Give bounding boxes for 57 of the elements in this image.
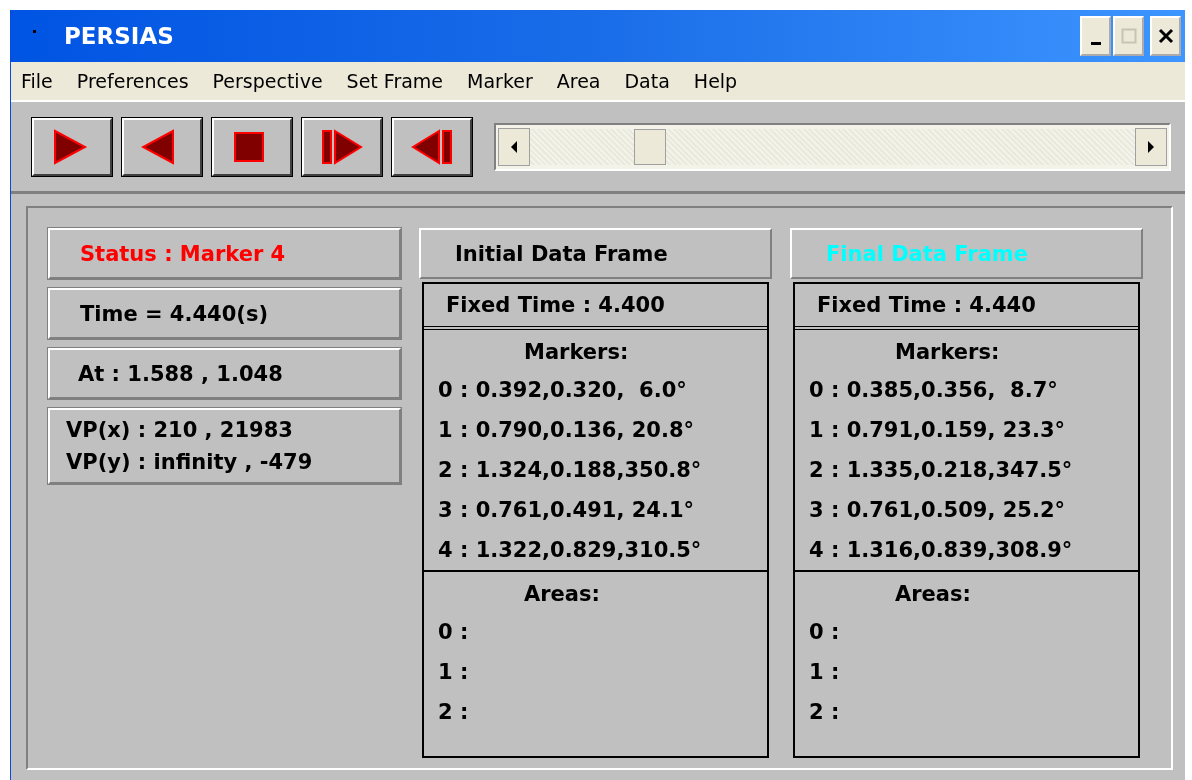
step-back-button[interactable] [392, 117, 472, 176]
frame-scrollbar[interactable] [494, 122, 1171, 171]
stop-button[interactable] [212, 117, 292, 176]
step-forward-icon [321, 128, 363, 165]
window-title: PERSIAS [64, 23, 175, 49]
app-icon [33, 29, 36, 33]
close-icon [1157, 28, 1174, 44]
scroll-thumb[interactable] [634, 128, 666, 165]
info-text: VP(y) : infinity , -479 [65, 450, 314, 474]
reverse-button[interactable] [122, 117, 202, 176]
marker-row-text: 2 : 1.324,0.188,350.8° [438, 457, 703, 484]
info-text: VP(x) : 210 , 21983 [65, 418, 294, 442]
markers-heading: Markers: [894, 339, 1001, 366]
menu-item[interactable]: Preferences [76, 70, 189, 92]
step-forward-button[interactable] [302, 117, 382, 176]
fixed-time-text: Fixed Time : 4.400 [446, 293, 665, 317]
menu-item[interactable]: Marker [467, 70, 533, 92]
close-button[interactable] [1150, 16, 1181, 56]
right-arrow-icon [1147, 140, 1155, 153]
menu-item[interactable]: Data [624, 70, 670, 92]
marker-row-text: 3 : 0.761,0.491, 24.1° [438, 497, 696, 524]
menu-item[interactable]: Perspective [212, 70, 323, 92]
marker-row-text: 4 : 1.316,0.839,308.9° [809, 537, 1074, 564]
area-row-text: 1 : [438, 659, 470, 686]
marker-row-text: 4 : 1.322,0.829,310.5° [438, 537, 703, 564]
minimize-button[interactable] [1080, 16, 1111, 56]
marker-row-text: 2 : 1.335,0.218,347.5° [809, 457, 1074, 484]
maximize-icon [1120, 28, 1137, 44]
step-back-icon [411, 128, 453, 165]
marker-row-text: 1 : 0.791,0.159, 23.3° [809, 417, 1067, 444]
scroll-right-button[interactable] [1135, 127, 1167, 166]
area-row-text: 1 : [809, 659, 841, 686]
fixed-time-text: Fixed Time : 4.440 [817, 293, 1036, 317]
menu-item[interactable]: Area [556, 70, 601, 92]
area-row-text: 0 : [438, 619, 470, 646]
info-text: At : 1.588 , 1.048 [77, 361, 284, 386]
areas-heading: Areas: [894, 581, 972, 608]
area-row-text: 2 : [809, 699, 841, 726]
info-text: Status : Marker 4 [79, 241, 287, 266]
marker-row-text: 3 : 0.761,0.509, 25.2° [809, 497, 1067, 524]
scroll-left-button[interactable] [498, 127, 530, 166]
menu-item[interactable]: Set Frame [346, 70, 444, 92]
info-text: Time = 4.440(s) [79, 301, 269, 326]
frame-title: Final Data Frame [826, 241, 1028, 266]
marker-row-text: 1 : 0.790,0.136, 20.8° [438, 417, 696, 444]
menu-item[interactable]: File [21, 70, 53, 92]
menu-item[interactable]: Help [693, 70, 738, 92]
area-row-text: 2 : [438, 699, 470, 726]
markers-heading: Markers: [523, 339, 630, 366]
marker-row-text: 0 : 0.385,0.356, 8.7° [809, 377, 1059, 404]
areas-heading: Areas: [523, 581, 601, 608]
minimize-icon [1090, 41, 1101, 45]
area-row-text: 0 : [809, 619, 841, 646]
play-button[interactable] [32, 117, 112, 176]
marker-row-text: 0 : 0.392,0.320, 6.0° [438, 377, 688, 404]
left-arrow-icon [510, 140, 518, 153]
frame-title: Initial Data Frame [455, 241, 668, 266]
